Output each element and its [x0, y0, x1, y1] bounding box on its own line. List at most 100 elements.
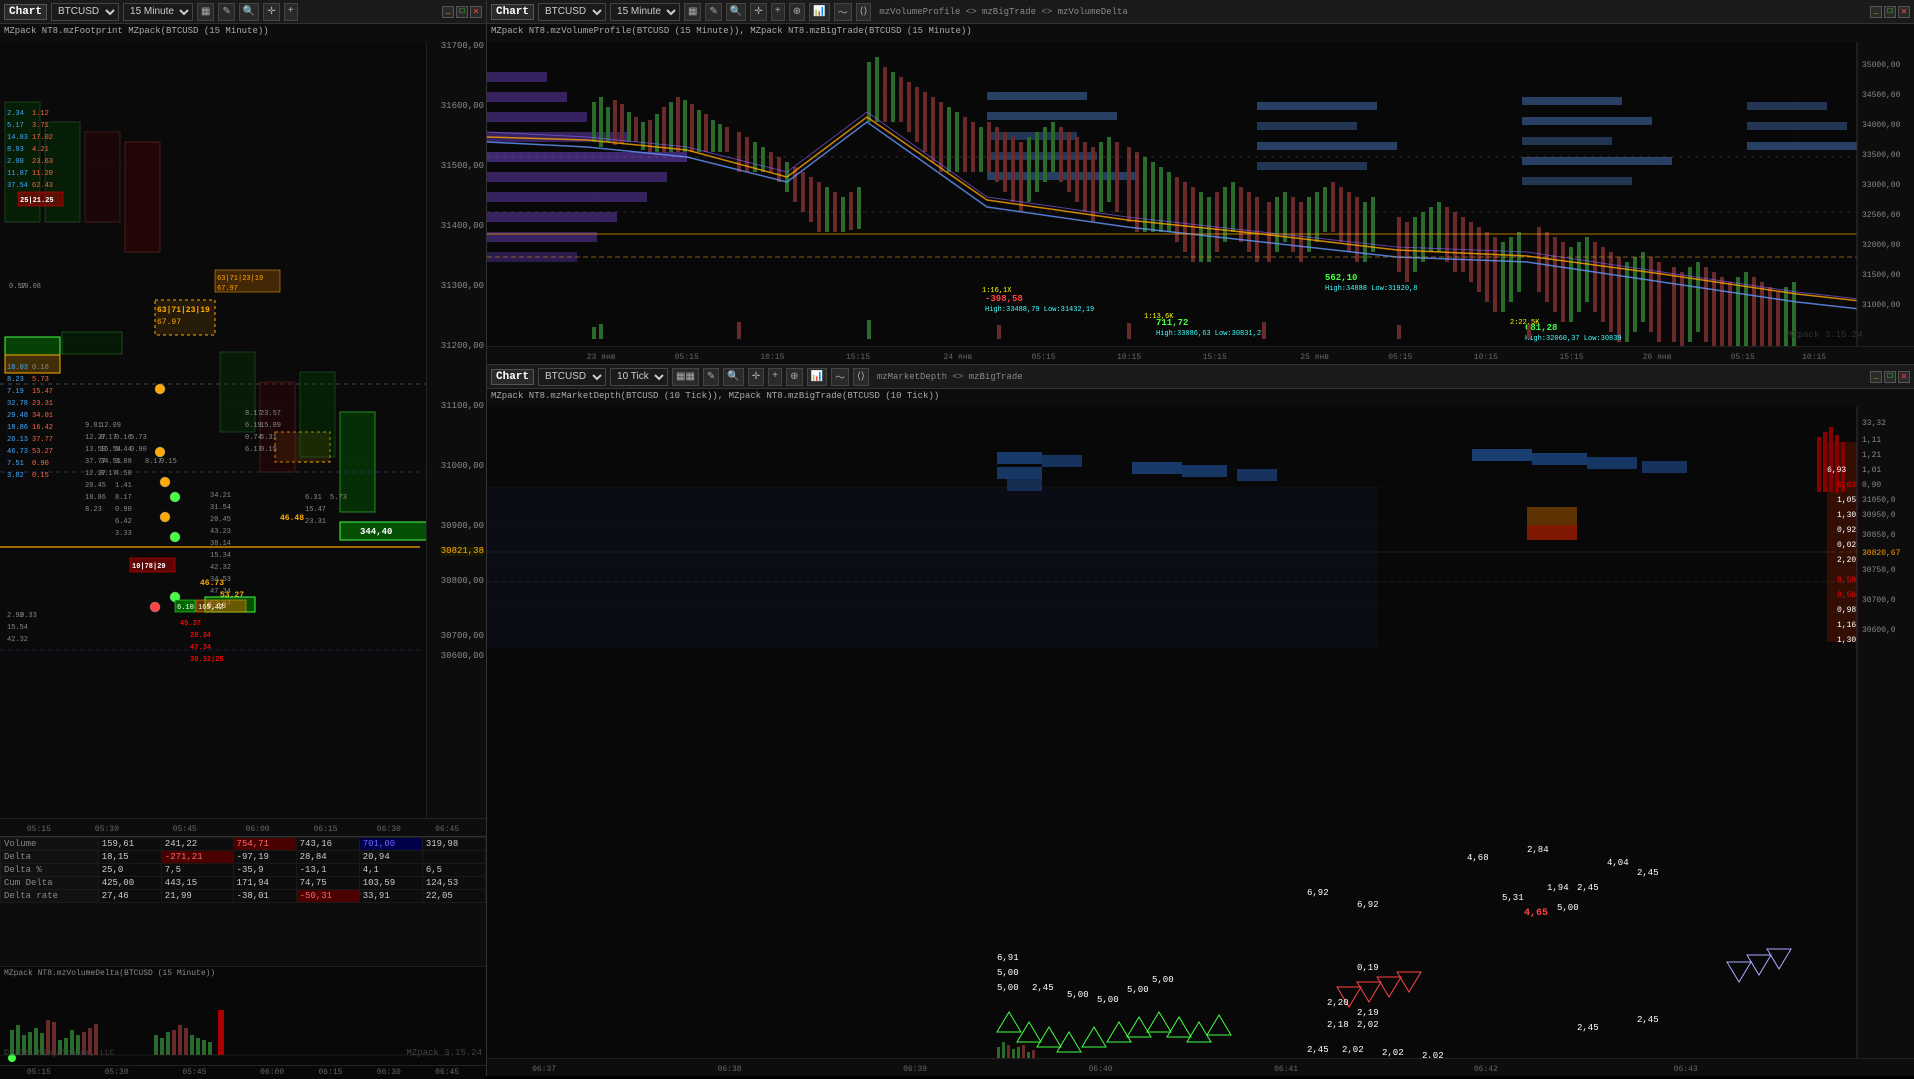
top-right-timeframe[interactable]: 15 Minute	[610, 3, 680, 21]
delta-2: -271,21	[161, 851, 233, 864]
top-max-btn[interactable]: □	[1884, 6, 1896, 18]
svg-text:5,00: 5,00	[1067, 990, 1089, 1000]
svg-text:1,05: 1,05	[1837, 496, 1856, 505]
br-zoom-btn[interactable]: 🔍	[723, 368, 743, 386]
svg-text:46.48: 46.48	[280, 514, 304, 523]
svg-text:6.42: 6.42	[115, 518, 132, 526]
svg-text:3.88: 3.88	[115, 458, 132, 466]
pen-btn[interactable]: ✎	[218, 3, 234, 21]
top-bar-btn[interactable]: ▦	[684, 3, 701, 21]
svg-text:6.10: 6.10	[177, 604, 194, 612]
svg-text:0,19: 0,19	[1357, 963, 1379, 973]
dpct-4: -13,1	[296, 864, 359, 877]
top-cross-btn[interactable]: ✛	[750, 3, 766, 21]
top-right-label[interactable]: Chart	[491, 4, 534, 20]
br-wave-btn[interactable]: 〜	[831, 368, 849, 386]
br-cross-btn[interactable]: ✛	[748, 368, 764, 386]
bar-chart-btn[interactable]: ▦	[197, 3, 214, 21]
svg-text:2,45: 2,45	[1637, 868, 1659, 878]
cd-4: 74,75	[296, 877, 359, 890]
svg-text:0.15: 0.15	[260, 446, 277, 454]
br-clone-btn[interactable]: ⊕	[786, 368, 802, 386]
top-fib-btn[interactable]: ⟨⟩	[856, 3, 872, 21]
svg-text:High:33086,63 Low:30831,21: High:33086,63 Low:30831,21	[1156, 330, 1265, 338]
br-chart-label[interactable]: Chart	[491, 369, 534, 385]
svg-text:30.32|25: 30.32|25	[190, 656, 224, 664]
svg-text:1,11: 1,11	[1862, 436, 1881, 445]
svg-text:3.33: 3.33	[115, 530, 132, 538]
delta-pct-row: Delta % 25,0 7,5 -35,9 -13,1 4,1 6,5	[1, 864, 486, 877]
svg-text:5.17: 5.17	[7, 122, 24, 130]
svg-text:23.31: 23.31	[32, 400, 53, 408]
svg-text:2.92: 2.92	[7, 612, 24, 620]
svg-text:0.90: 0.90	[130, 446, 147, 454]
svg-text:2,02: 2,02	[1382, 1048, 1404, 1058]
svg-text:1,30: 1,30	[1837, 636, 1856, 645]
br-bar-btn[interactable]: ▦▦	[672, 368, 699, 386]
left-chart-title: MZpack NT8.mzFootprint MZpack(BTCUSD (15…	[0, 24, 486, 42]
svg-text:9.81: 9.81	[85, 422, 102, 430]
delta-5: 20,94	[359, 851, 422, 864]
svg-text:53.27: 53.27	[32, 448, 53, 456]
footprint-chart[interactable]: 2.34 1.12 5.17 3.71 14.83 17.02 8.93 4.2…	[0, 42, 486, 818]
br-time-axis: 06:37 06:38 06:39 06:40 06:41 06:42 06:4…	[487, 1058, 1914, 1076]
top-min-btn[interactable]: _	[1870, 6, 1882, 18]
svg-text:5,00: 5,00	[997, 968, 1019, 978]
svg-text:63|71|23|19: 63|71|23|19	[157, 306, 210, 315]
time-0645: 06:45	[435, 825, 459, 834]
svg-text:4.50: 4.50	[115, 470, 132, 478]
br-pen-btn[interactable]: ✎	[703, 368, 719, 386]
minimize-btn[interactable]: _	[442, 6, 454, 18]
svg-text:High:34888 Low:31920,8: High:34888 Low:31920,8	[1325, 285, 1417, 293]
delta-3: -97,19	[233, 851, 296, 864]
br-close-btn[interactable]: ✕	[1898, 371, 1910, 383]
top-clone-btn[interactable]: ⊕	[789, 3, 805, 21]
cd-2: 443,15	[161, 877, 233, 890]
maximize-btn[interactable]: □	[456, 6, 468, 18]
svg-text:8.17: 8.17	[145, 458, 162, 466]
svg-text:8,58: 8,58	[1837, 576, 1856, 585]
svg-text:8.23: 8.23	[85, 506, 102, 514]
top-right-symbol[interactable]: BTCUSD	[538, 3, 606, 21]
top-pen-btn[interactable]: ✎	[705, 3, 721, 21]
svg-text:1.41: 1.41	[115, 482, 132, 490]
svg-text:15.09: 15.09	[260, 422, 281, 430]
top-zoom-btn[interactable]: 🔍	[726, 3, 746, 21]
svg-text:2,45: 2,45	[1032, 983, 1054, 993]
br-chart2-btn[interactable]: 📊	[807, 368, 827, 386]
tr-time-12: 15:15	[1560, 353, 1584, 362]
left-copyright: © 2021 NinjaTrader, LLC	[4, 1049, 114, 1058]
add-btn[interactable]: +	[284, 3, 298, 21]
svg-text:11.87: 11.87	[7, 170, 28, 178]
cd-3: 171,94	[233, 877, 296, 890]
svg-text:2:22,5K: 2:22,5K	[1510, 319, 1540, 327]
top-wave-btn[interactable]: 〜	[834, 3, 852, 21]
top-chart-btn[interactable]: 📊	[809, 3, 829, 21]
svg-text:0.16: 0.16	[115, 434, 132, 442]
vol-5: 701,00	[359, 838, 422, 851]
svg-text:2,45: 2,45	[1577, 1023, 1599, 1033]
br-add-btn[interactable]: +	[768, 368, 782, 386]
br-max-btn[interactable]: □	[1884, 371, 1896, 383]
crosshair-btn[interactable]: ✛	[263, 3, 279, 21]
svg-text:562,10: 562,10	[1325, 273, 1357, 283]
tr-time-5: 24 янв	[944, 353, 973, 362]
svg-text:5,31: 5,31	[1502, 893, 1524, 903]
left-price-axis: 31700,00 31600,00 31500,00 31400,00 3130…	[426, 42, 486, 818]
top-add-btn[interactable]: +	[771, 3, 785, 21]
left-timeframe-dropdown[interactable]: 15 Minute	[123, 3, 193, 21]
left-symbol-dropdown[interactable]: BTCUSD	[51, 3, 119, 21]
br-fib-btn[interactable]: ⟨⟩	[853, 368, 869, 386]
left-chart-label[interactable]: Chart	[4, 4, 47, 20]
br-chart-content[interactable]: 4,68 2,84 4,04 2,45 6,92 6,92 1,94 2,45 …	[487, 407, 1914, 1058]
top-right-content[interactable]: 562,10 High:34888 Low:31920,8 711,72 Hig…	[487, 42, 1914, 346]
svg-text:34000,00: 34000,00	[1862, 121, 1901, 130]
top-close-btn[interactable]: ✕	[1898, 6, 1910, 18]
svg-text:6.19: 6.19	[245, 422, 262, 430]
zoom-btn[interactable]: 🔍	[239, 3, 259, 21]
br-timeframe[interactable]: 10 Tick	[610, 368, 668, 386]
close-btn[interactable]: ✕	[470, 6, 482, 18]
br-min-btn[interactable]: _	[1870, 371, 1882, 383]
br-symbol[interactable]: BTCUSD	[538, 368, 606, 386]
svg-text:18.03: 18.03	[7, 364, 28, 372]
